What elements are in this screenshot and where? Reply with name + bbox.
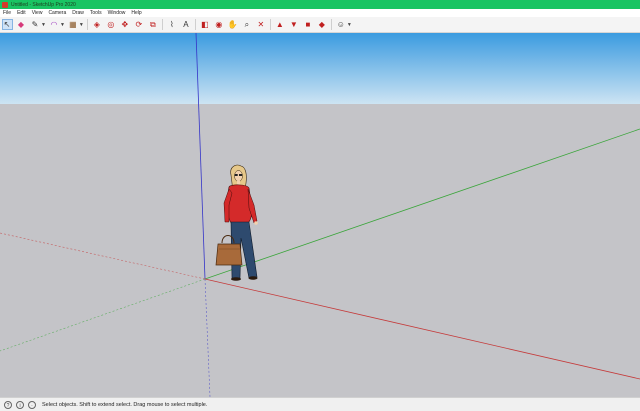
toolbar-separator xyxy=(161,19,163,30)
user-icon[interactable]: · xyxy=(28,400,36,409)
rectangle-tool-icon[interactable]: ▦ xyxy=(67,19,78,30)
title-bar: Untitled - SketchUp Pro 2020 xyxy=(0,0,640,9)
toolbar-separator xyxy=(330,19,332,30)
viewport-canvas[interactable] xyxy=(0,33,640,397)
select-tool-icon[interactable]: ↖ xyxy=(1,19,13,30)
ground-plane xyxy=(0,104,640,397)
sketchup-app-icon xyxy=(2,1,8,8)
menu-draw[interactable]: Draw xyxy=(69,9,87,17)
main-toolbar: ↖ ◆ ✎ ▼ ◠ ▼ ▦ ▼ ◈ ◎ ✥ ⟳ ⧉ ⌇ A ◧ ◉ ✋ ⌕ ✕ ▲ ▼ ■ ◆ ☺ ▼ xyxy=(0,17,640,33)
3d-viewport[interactable] xyxy=(0,33,640,397)
warehouse-icon[interactable]: ▲ xyxy=(274,19,285,30)
line-tool-icon[interactable]: ✎ xyxy=(30,19,41,30)
offset-tool-icon[interactable]: ◎ xyxy=(105,19,116,30)
credits-icon[interactable]: i xyxy=(16,400,24,409)
menu-help[interactable]: Help xyxy=(128,9,144,17)
push-pull-tool-icon[interactable]: ◈ xyxy=(91,19,102,30)
paint-bucket-tool-icon[interactable]: ◧ xyxy=(199,19,210,30)
pan-tool-icon[interactable]: ✋ xyxy=(227,19,238,30)
toolbar-separator xyxy=(194,19,196,30)
geo-location-icon[interactable]: ? xyxy=(4,400,12,409)
chevron-down-icon[interactable]: ▼ xyxy=(41,22,46,28)
menu-tools[interactable]: Tools xyxy=(87,9,105,17)
menu-window[interactable]: Window xyxy=(105,9,129,17)
orbit-tool-icon[interactable]: ◉ xyxy=(213,19,224,30)
tape-measure-tool-icon[interactable]: ⌇ xyxy=(166,19,177,30)
menu-view[interactable]: View xyxy=(29,9,46,17)
menu-edit[interactable]: Edit xyxy=(14,9,29,17)
toolbar-separator xyxy=(86,19,88,30)
chevron-down-icon[interactable]: ▼ xyxy=(347,22,352,28)
menu-camera[interactable]: Camera xyxy=(45,9,69,17)
extension-manager-icon[interactable]: ■ xyxy=(302,19,313,30)
scale-tool-icon[interactable]: ⧉ xyxy=(147,19,158,30)
text-tool-icon[interactable]: A xyxy=(180,19,191,30)
account-icon[interactable]: ☺ xyxy=(335,19,346,30)
menu-bar: File Edit View Camera Draw Tools Window … xyxy=(0,9,640,17)
toolbar-separator xyxy=(269,19,271,30)
arc-tool-icon[interactable]: ◠ xyxy=(48,19,59,30)
eraser-tool-icon[interactable]: ◆ xyxy=(16,19,27,30)
extension-warehouse-icon[interactable]: ▼ xyxy=(288,19,299,30)
zoom-tool-icon[interactable]: ⌕ xyxy=(241,19,252,30)
ruby-console-icon[interactable]: ◆ xyxy=(316,19,327,30)
sky xyxy=(0,33,640,104)
status-hint-text: Select objects. Shift to extend select. … xyxy=(42,401,208,408)
window-title: Untitled - SketchUp Pro 2020 xyxy=(11,1,76,8)
menu-file[interactable]: File xyxy=(0,9,14,17)
status-bar: ? i · Select objects. Shift to extend se… xyxy=(0,397,640,411)
rotate-tool-icon[interactable]: ⟳ xyxy=(133,19,144,30)
chevron-down-icon[interactable]: ▼ xyxy=(79,22,84,28)
move-tool-icon[interactable]: ✥ xyxy=(119,19,130,30)
zoom-extents-tool-icon[interactable]: ✕ xyxy=(255,19,266,30)
chevron-down-icon[interactable]: ▼ xyxy=(60,22,65,28)
